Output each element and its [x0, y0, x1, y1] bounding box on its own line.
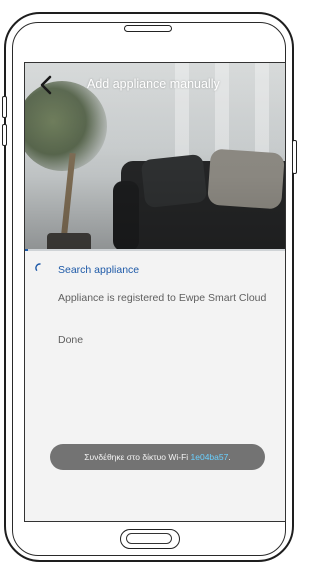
back-button[interactable]: [35, 73, 59, 97]
progress-bar: [25, 249, 285, 251]
volume-down-button[interactable]: [2, 124, 7, 146]
volume-up-button[interactable]: [2, 96, 7, 118]
hero-overlay: [25, 63, 285, 251]
progress-fill: [25, 249, 28, 251]
phone-stage: Add appliance manually Search appliance …: [0, 0, 300, 567]
phone-speaker: [124, 25, 172, 32]
page-title: Add appliance manually: [87, 77, 220, 91]
power-button[interactable]: [292, 140, 297, 174]
wifi-connected-toast: Συνδέθηκε στο δίκτυο Wi-Fi 1e04ba57.: [50, 444, 265, 470]
home-button[interactable]: [120, 529, 180, 549]
header-background-image: Add appliance manually: [25, 63, 285, 251]
toast-suffix: .: [228, 452, 231, 462]
step-search-appliance: Search appliance: [58, 264, 140, 276]
loading-spinner-icon: [35, 263, 41, 271]
toast-ssid: 1e04ba57: [190, 452, 229, 462]
chevron-left-icon: [40, 75, 52, 95]
step-done: Done: [58, 334, 84, 346]
toast-message: Συνδέθηκε στο δίκτυο Wi-Fi: [84, 452, 191, 462]
step-registered-cloud: Appliance is registered to Ewpe Smart Cl…: [58, 292, 267, 304]
app-screen: Add appliance manually Search appliance …: [24, 62, 286, 522]
home-button-inner: [126, 533, 172, 544]
